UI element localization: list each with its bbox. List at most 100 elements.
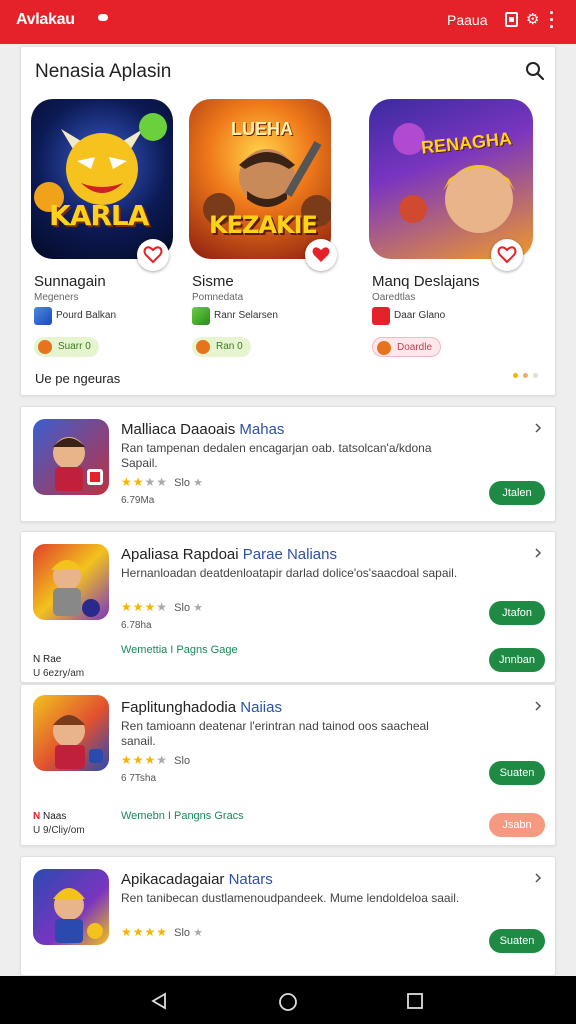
chevron-right-icon[interactable] [533, 873, 543, 883]
star-rating: ★★★★ Slo ★ [121, 600, 204, 614]
app-icon[interactable] [33, 695, 109, 771]
featured-item[interactable]: RENAGHA Manq Deslajans Oaredtlas Daar Gl… [369, 99, 533, 369]
secondary-button[interactable]: Jsabn [489, 813, 545, 837]
app-size: 6.79Ma [121, 495, 155, 506]
app-list-card[interactable]: Faplitunghadodia Naiias Ren tamioann dea… [20, 684, 556, 846]
game-artwork[interactable]: RENAGHA [369, 99, 533, 259]
app-name[interactable]: Sunnagain [34, 273, 106, 290]
favorite-button[interactable] [491, 239, 523, 271]
game-character-image [53, 888, 103, 943]
heart-outline-icon [497, 246, 517, 264]
install-button[interactable]: Suaten [489, 929, 545, 953]
game-artwork[interactable]: KARLA [31, 99, 173, 259]
star-rating: ★★★★ Slo [121, 753, 191, 767]
featured-section: Nenasia Aplasin KARLA Sunnagain Megeners [20, 46, 556, 396]
chevron-right-icon[interactable] [533, 701, 543, 711]
developer-name: Daar Glano [394, 310, 446, 321]
app-tag: Mahas [239, 421, 285, 438]
top-label[interactable]: Paaua [447, 12, 487, 28]
chevron-right-icon[interactable] [533, 423, 543, 433]
top-app-bar: Avlakau Paaua ⚙ · · · [0, 0, 576, 44]
app-list-card[interactable]: Apikacadagaiar Natars Ren tanibecan dust… [20, 856, 556, 976]
game-character-image [393, 123, 515, 233]
favorite-button[interactable] [137, 239, 169, 271]
game-character-image [53, 437, 103, 491]
back-icon[interactable] [150, 992, 168, 1010]
game-character-image [51, 560, 100, 617]
app-description: Hernanloadan deatdenloatapir darlad doli… [121, 566, 458, 580]
heart-outline-icon [143, 246, 163, 264]
star-rating: ★★★★ Slo ★ [121, 925, 203, 939]
developer-name: Ranr Selarsen [214, 310, 278, 321]
carousel-dots[interactable] [513, 373, 543, 379]
app-name[interactable]: Manq Deslajans [372, 273, 480, 290]
app-tag: Parae Nalians [242, 546, 337, 563]
app-description: Ren tanibecan dustlamenoudpandeek. Mume … [121, 891, 460, 905]
favorite-button[interactable] [305, 239, 337, 271]
home-icon[interactable] [278, 992, 298, 1012]
badge-label: Suarr 0 [58, 341, 91, 352]
developer-icon [34, 307, 52, 325]
rating-badge: Suarr 0 [34, 337, 99, 357]
developer-icon [372, 307, 390, 325]
badge-label: Doardle [397, 342, 433, 353]
app-icon[interactable] [33, 419, 109, 495]
app-description: Ren tamioann deatenar l'erintran nad tai… [121, 719, 429, 748]
app-title[interactable]: Malliaca Daaoais Mahas [121, 421, 284, 438]
badge-label: Ran 0 [216, 341, 243, 352]
install-button[interactable]: Suaten [489, 761, 545, 785]
game-character-image [34, 113, 167, 212]
more-menu-icon[interactable]: · · · [547, 4, 557, 36]
extra-date: U 9/Cliy/om [33, 825, 85, 836]
publisher-link[interactable]: Wemebn I Pangns Gracs [121, 810, 244, 822]
developer-name: Pourd Balkan [56, 310, 117, 321]
star-rating: ★★★★ Slo ★ [121, 475, 203, 489]
app-title[interactable]: Apikacadagaiar Natars [121, 871, 273, 888]
badge-icon [377, 341, 391, 355]
app-title[interactable]: Faplitunghadodia Naiias [121, 699, 282, 716]
recent-apps-icon[interactable] [407, 993, 423, 1009]
install-button[interactable]: Jtafon [489, 601, 545, 625]
app-size: 6.78ha [121, 620, 152, 631]
app-size: 6 7Tsha [121, 773, 157, 784]
game-art-subtitle: LUEHA [231, 119, 293, 139]
pill-icon [98, 14, 108, 21]
chevron-right-icon[interactable] [533, 548, 543, 558]
badge-icon [196, 340, 210, 354]
extra-date: U 6ezry/am [33, 668, 85, 679]
app-tag: Naiias [240, 699, 282, 716]
see-more-link[interactable]: Ue pe ngeuras [35, 371, 120, 386]
system-nav-bar [0, 976, 576, 1024]
app-category: Pomnedata [192, 292, 244, 303]
app-tag: Natars [228, 871, 273, 888]
app-icon[interactable] [33, 869, 109, 945]
section-title: Nenasia Aplasin [35, 61, 172, 82]
developer-icon [192, 307, 210, 325]
search-icon[interactable] [525, 61, 545, 81]
app-brand[interactable]: Avlakau [16, 11, 75, 29]
rating-badge: Doardle [372, 337, 442, 357]
stars-icon: ★★ [121, 475, 145, 489]
install-button[interactable]: Jtalen [489, 481, 545, 505]
game-art-title: KEZAKIE [209, 211, 318, 239]
app-name[interactable]: Sisme [192, 273, 234, 290]
game-art-title: KARLA [49, 199, 149, 232]
app-category: Oaredtlas [372, 292, 416, 303]
app-icon[interactable] [33, 544, 109, 620]
heart-filled-icon [312, 247, 330, 262]
app-category: Megeners [34, 292, 79, 303]
app-list-card[interactable]: Apaliasa Rapdoai Parae Nalians Hernanloa… [20, 531, 556, 683]
rating-badge: Ran 0 [192, 337, 251, 357]
extra-label: N Rae [33, 654, 62, 665]
publisher-link[interactable]: Wemettia I Pagns Gage [121, 644, 238, 656]
featured-item[interactable]: LUEHA KEZAKIE Sisme Pomnedata Ranr Selar… [189, 99, 353, 369]
featured-item[interactable]: KARLA Sunnagain Megeners Pourd Balkan Su… [31, 99, 195, 369]
badge-icon [38, 340, 52, 354]
window-icon[interactable] [505, 12, 518, 27]
extra-label: N Naas [33, 811, 67, 822]
app-title[interactable]: Apaliasa Rapdoai Parae Nalians [121, 546, 337, 563]
app-list-card[interactable]: Malliaca Daaoais Mahas Ran tampenan deda… [20, 406, 556, 522]
secondary-button[interactable]: Jnnban [489, 648, 545, 672]
settings-icon[interactable]: ⚙ [526, 10, 539, 28]
game-artwork[interactable]: LUEHA KEZAKIE [189, 99, 331, 259]
